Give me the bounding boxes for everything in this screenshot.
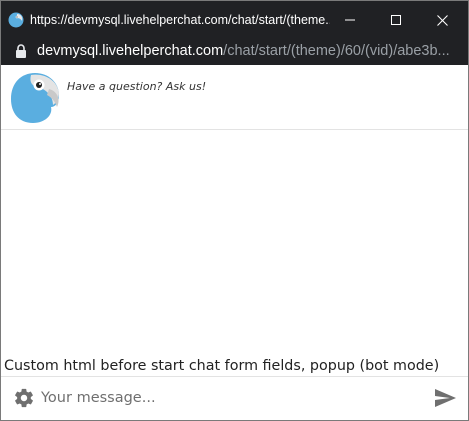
maximize-button[interactable]	[373, 1, 419, 39]
chat-header: Have a question? Ask us!	[1, 65, 468, 130]
message-input[interactable]	[41, 384, 421, 412]
minimize-icon	[345, 19, 355, 21]
parrot-favicon-icon	[8, 12, 24, 28]
send-icon[interactable]	[433, 386, 457, 410]
lock-icon	[16, 44, 26, 58]
url-text[interactable]: devmysql.livehelperchat.com/chat/start/(…	[37, 42, 465, 60]
custom-html-text: Custom html before start chat form field…	[4, 358, 440, 374]
intro-text: Have a question? Ask us!	[67, 80, 207, 93]
title-bar[interactable]: https://devmysql.livehelperchat.com/chat…	[1, 1, 468, 39]
window-title: https://devmysql.livehelperchat.com/chat…	[30, 13, 330, 27]
gear-icon[interactable]	[13, 387, 35, 409]
url-path: /chat/start/(theme)/60/(vid)/abe3b...	[223, 43, 450, 59]
message-composer	[1, 376, 468, 420]
address-bar[interactable]: devmysql.livehelperchat.com/chat/start/(…	[1, 39, 468, 65]
popup-window: https://devmysql.livehelperchat.com/chat…	[0, 0, 469, 421]
close-icon	[436, 14, 448, 26]
messages-area[interactable]: Custom html before start chat form field…	[1, 130, 468, 376]
parrot-avatar	[11, 73, 59, 123]
maximize-icon	[391, 15, 401, 25]
minimize-button[interactable]	[327, 1, 373, 39]
close-button[interactable]	[419, 1, 465, 39]
url-host: devmysql.livehelperchat.com	[37, 43, 224, 59]
